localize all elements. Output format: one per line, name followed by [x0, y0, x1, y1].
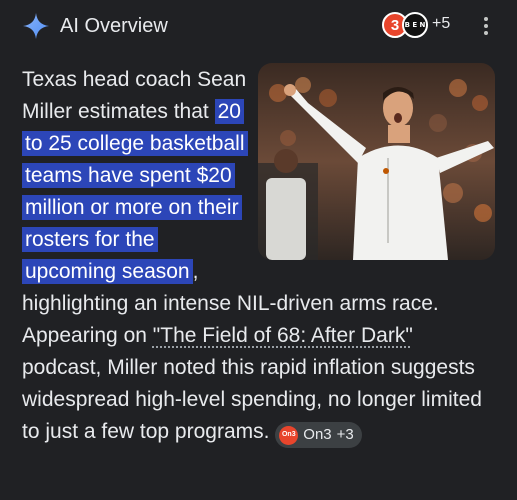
summary-outro-text: podcast, Miller noted this rapid inflati… — [22, 356, 482, 443]
gemini-sparkle-icon — [23, 13, 49, 39]
more-options-icon[interactable] — [476, 12, 496, 40]
ai-overview-header: AI Overview 3 B E N +5 — [0, 0, 517, 52]
citation-count: +3 — [336, 426, 354, 443]
highlighted-claim[interactable]: 20 to 25 college basketball teams have s… — [22, 99, 248, 284]
source-favicon-2[interactable]: B E N — [402, 12, 428, 38]
more-sources-count[interactable]: +5 — [432, 15, 450, 33]
on3-logo-icon: On3 — [279, 425, 299, 445]
ai-overview-title: AI Overview — [60, 15, 168, 37]
citation-chip[interactable]: On3 On3 +3 — [275, 422, 362, 448]
citation-label: On3 — [303, 426, 332, 443]
summary-intro-text: Texas head coach Sean Miller estimates t… — [22, 68, 247, 123]
podcast-link[interactable]: "The Field of 68: After Dark" — [153, 324, 413, 347]
overview-summary: Texas head coach Sean Miller estimates t… — [22, 64, 492, 448]
